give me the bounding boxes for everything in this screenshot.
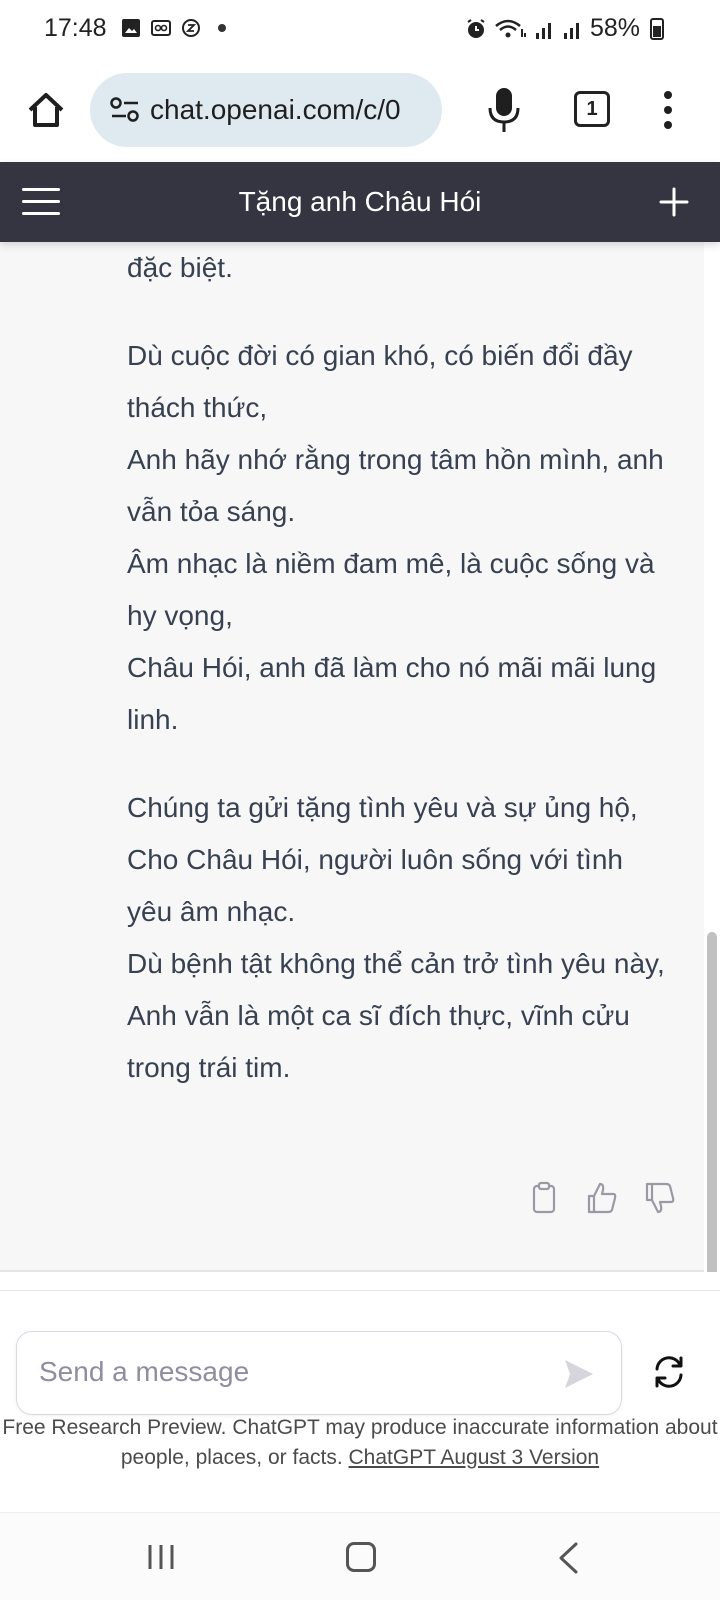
notification-dot (218, 24, 226, 32)
thumbs-down-icon[interactable] (642, 1180, 678, 1216)
signal-icon (535, 22, 551, 39)
regenerate-icon[interactable] (650, 1353, 688, 1391)
disclaimer-text: Free Research Preview. ChatGPT may produ… (0, 1413, 720, 1473)
more-options-icon[interactable] (660, 90, 676, 130)
home-icon[interactable] (24, 88, 68, 132)
poem-line: Dù cuộc đời có gian khó, có biến đổi đầy… (127, 340, 633, 423)
sync-icon (182, 19, 200, 37)
signal-icon-2 (563, 22, 579, 39)
poem-line: Chúng ta gửi tặng tình yêu và sự ủng hộ, (127, 792, 638, 823)
poem-line: Dù bệnh tật không thể cản trở tình yêu n… (127, 948, 665, 979)
assistant-message: , , . . đặc biệt. Dù cuộc đời có gian kh… (0, 242, 720, 1272)
send-icon[interactable] (561, 1356, 597, 1392)
status-time: 17:48 (44, 14, 107, 42)
poem-line: Anh hãy nhớ rằng trong tâm hồn mình, anh… (127, 444, 664, 527)
poem-line: Anh vẫn là một ca sĩ đích thực, vĩnh cửu… (127, 1000, 630, 1083)
wifi-icon (495, 19, 526, 37)
site-settings-icon[interactable] (110, 97, 140, 123)
poem-line: Châu Hói, anh đã làm cho nó mãi mãi lung… (127, 652, 657, 735)
alarm-icon (467, 18, 485, 38)
message-composer[interactable] (16, 1331, 622, 1415)
message-actions (526, 1180, 678, 1216)
gallery-icon (122, 19, 140, 37)
scrollbar-thumb[interactable] (707, 932, 717, 1272)
poem-line: Cho Châu Hói, người luôn sống với tình y… (127, 844, 623, 927)
recent-apps-icon[interactable] (146, 1543, 176, 1571)
address-bar[interactable]: chat.openai.com/c/0 (90, 73, 442, 147)
chat-header: Tặng anh Châu Hói (0, 162, 720, 242)
status-bar: 17:48 58% (0, 0, 720, 58)
browser-toolbar: chat.openai.com/c/0 1 (0, 58, 720, 162)
back-icon[interactable] (556, 1541, 580, 1575)
scrollbar-track[interactable] (704, 242, 720, 1272)
version-link[interactable]: ChatGPT August 3 Version (349, 1446, 600, 1469)
microphone-icon[interactable] (486, 86, 522, 134)
poem-line: Âm nhạc là niềm đam mê, là cuộc sống và … (127, 548, 655, 631)
new-chat-icon[interactable] (658, 186, 690, 218)
copy-icon[interactable] (526, 1180, 562, 1216)
system-navigation-bar (0, 1512, 720, 1600)
battery-icon (650, 17, 664, 40)
chat-title: Tặng anh Châu Hói (238, 186, 482, 217)
message-input[interactable] (39, 1356, 519, 1388)
voicemail-icon (151, 20, 171, 36)
home-nav-icon[interactable] (346, 1542, 376, 1572)
battery-percent: 58% (589, 14, 640, 42)
poem-line: đặc biệt. (127, 252, 233, 283)
url-text[interactable]: chat.openai.com/c/0 (150, 94, 401, 126)
stanza: Chúng ta gửi tặng tình yêu và sự ủng hộ,… (127, 782, 667, 1094)
tab-switcher-button[interactable]: 1 (574, 91, 610, 127)
stanza-fragment: đặc biệt. (127, 242, 667, 294)
composer-region: Free Research Preview. ChatGPT may produ… (0, 1290, 720, 1510)
stanza: Dù cuộc đời có gian khó, có biến đổi đầy… (127, 330, 667, 746)
thumbs-up-icon[interactable] (584, 1180, 620, 1216)
divider (0, 1270, 704, 1272)
poem-text: đặc biệt. Dù cuộc đời có gian khó, có bi… (127, 242, 667, 1130)
